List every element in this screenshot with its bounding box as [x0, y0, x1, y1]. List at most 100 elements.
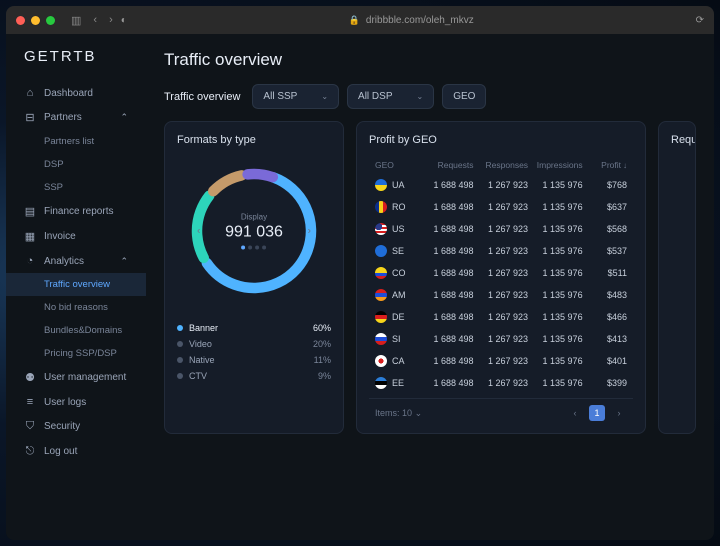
responses-cell: 1 267 923 — [478, 312, 529, 322]
reload-icon[interactable]: ⟳ — [696, 15, 704, 26]
col-impressions[interactable]: Impressions — [532, 160, 583, 170]
nav-finance[interactable]: ▤Finance reports — [6, 199, 146, 224]
impressions-cell: 1 135 976 — [532, 268, 583, 278]
legend-name: Banner — [189, 323, 307, 333]
dsp-select[interactable]: All DSP⌄ — [347, 84, 434, 109]
legend-item[interactable]: Banner 60% — [177, 320, 331, 336]
responses-cell: 1 267 923 — [478, 246, 529, 256]
col-requests[interactable]: Requests — [423, 160, 474, 170]
nav-invoice[interactable]: ▦Invoice — [6, 224, 146, 249]
donut-prev-icon[interactable]: ‹ — [197, 226, 200, 237]
page-next-icon[interactable]: › — [611, 405, 627, 421]
table-row[interactable]: SE1 688 4981 267 9231 135 976$537 — [369, 240, 633, 262]
chevron-down-icon: ⌄ — [415, 408, 423, 418]
dot-indicator[interactable] — [256, 246, 260, 250]
close-window-icon[interactable] — [16, 16, 25, 25]
table-row[interactable]: DE1 688 4981 267 9231 135 976$466 — [369, 306, 633, 328]
requests-cell: 1 688 498 — [423, 246, 474, 256]
col-geo[interactable]: GEO — [375, 160, 419, 170]
flag-icon — [375, 223, 387, 235]
nav-pricing[interactable]: Pricing SSP/DSP — [6, 342, 146, 365]
page-prev-icon[interactable]: ‹ — [567, 405, 583, 421]
impressions-cell: 1 135 976 — [532, 202, 583, 212]
requests-cell: 1 688 498 — [423, 356, 474, 366]
chevron-down-icon: ⌄ — [321, 92, 328, 101]
shield-icon[interactable]: ◐ — [121, 15, 127, 26]
window-controls — [16, 16, 55, 25]
geo-select[interactable]: GEO — [442, 84, 486, 109]
legend-pct: 60% — [313, 323, 331, 333]
impressions-cell: 1 135 976 — [532, 224, 583, 234]
responses-cell: 1 267 923 — [478, 268, 529, 278]
profit-cell: $399 — [587, 378, 627, 388]
geo-title: Profit by GEO — [369, 134, 633, 146]
nav-traffic-overview[interactable]: Traffic overview — [6, 273, 146, 296]
col-responses[interactable]: Responses — [478, 160, 529, 170]
dot-indicator[interactable] — [263, 246, 267, 250]
country-cell: SE — [375, 245, 419, 257]
main-content: Traffic overview Traffic overview All SS… — [146, 34, 714, 540]
invoice-icon: ▦ — [24, 230, 36, 243]
col-profit[interactable]: Profit↓ — [587, 160, 627, 170]
maximize-window-icon[interactable] — [46, 16, 55, 25]
table-row[interactable]: CO1 688 4981 267 9231 135 976$511 — [369, 262, 633, 284]
table-row[interactable]: RO1 688 4981 267 9231 135 976$637 — [369, 196, 633, 218]
dot-indicator[interactable] — [249, 246, 253, 250]
nav-security[interactable]: ⛉Security — [6, 414, 146, 439]
requests-panel: Reque — [658, 121, 696, 434]
donut-next-icon[interactable]: › — [308, 226, 311, 237]
table-row[interactable]: SI1 688 4981 267 9231 135 976$413 — [369, 328, 633, 350]
country-cell: RO — [375, 201, 419, 213]
profit-cell: $401 — [587, 356, 627, 366]
flag-icon — [375, 201, 387, 213]
nav-analytics[interactable]: ◔Analytics⌃ — [6, 249, 146, 273]
briefcase-icon: ⊟ — [24, 111, 36, 124]
filter-label: Traffic overview — [164, 91, 240, 103]
nav-partners[interactable]: ⊟Partners⌃ — [6, 105, 146, 130]
filter-bar: Traffic overview All SSP⌄ All DSP⌄ GEO — [164, 84, 696, 109]
flag-icon — [375, 267, 387, 279]
responses-cell: 1 267 923 — [478, 356, 529, 366]
nav-ssp[interactable]: SSP — [6, 176, 146, 199]
back-icon[interactable]: ‹ — [93, 14, 97, 27]
profit-cell: $511 — [587, 268, 627, 278]
nav-logout[interactable]: ⎋Log out — [6, 439, 146, 464]
forward-icon[interactable]: › — [109, 14, 113, 27]
url-text[interactable]: dribbble.com/oleh_mkvz — [366, 15, 474, 26]
profit-cell: $466 — [587, 312, 627, 322]
table-row[interactable]: CA1 688 4981 267 9231 135 976$401 — [369, 350, 633, 372]
legend-item[interactable]: Video20% — [177, 336, 331, 352]
table-row[interactable]: AM1 688 4981 267 9231 135 976$483 — [369, 284, 633, 306]
nav-user-logs[interactable]: ≡User logs — [6, 390, 146, 414]
requests-cell: 1 688 498 — [423, 202, 474, 212]
legend-item[interactable]: Native11% — [177, 352, 331, 368]
legend-dot-icon — [177, 357, 183, 363]
flag-icon — [375, 289, 387, 301]
nav-bundles[interactable]: Bundles&Domains — [6, 319, 146, 342]
legend-item[interactable]: CTV9% — [177, 368, 331, 384]
nav-dashboard[interactable]: ⌂Dashboard — [6, 81, 146, 105]
dot-indicator[interactable] — [242, 246, 246, 250]
nav-no-bid[interactable]: No bid reasons — [6, 296, 146, 319]
table-row[interactable]: UA1 688 4981 267 9231 135 976$768 — [369, 174, 633, 196]
nav-user-management[interactable]: ⚉User management — [6, 365, 146, 390]
flag-icon — [375, 245, 387, 257]
nav-dsp[interactable]: DSP — [6, 153, 146, 176]
ssp-select[interactable]: All SSP⌄ — [252, 84, 339, 109]
minimize-window-icon[interactable] — [31, 16, 40, 25]
report-icon: ▤ — [24, 205, 36, 218]
nav-partners-list[interactable]: Partners list — [6, 130, 146, 153]
table-row[interactable]: EE1 688 4981 267 9231 135 976$399 — [369, 372, 633, 394]
page-current[interactable]: 1 — [589, 405, 605, 421]
browser-chrome: ▥ ‹ › ◐ 🔒 dribbble.com/oleh_mkvz ⟳ — [6, 6, 714, 34]
sort-desc-icon: ↓ — [623, 161, 627, 170]
table-row[interactable]: US1 688 4981 267 9231 135 976$568 — [369, 218, 633, 240]
country-cell: AM — [375, 289, 419, 301]
sidebar-toggle-icon[interactable]: ▥ — [71, 14, 81, 27]
requests-cell: 1 688 498 — [423, 180, 474, 190]
impressions-cell: 1 135 976 — [532, 290, 583, 300]
impressions-cell: 1 135 976 — [532, 356, 583, 366]
geo-table-footer: Items: 10 ⌄ ‹ 1 › — [369, 398, 633, 421]
flag-icon — [375, 311, 387, 323]
items-per-page[interactable]: Items: 10 ⌄ — [375, 408, 422, 419]
